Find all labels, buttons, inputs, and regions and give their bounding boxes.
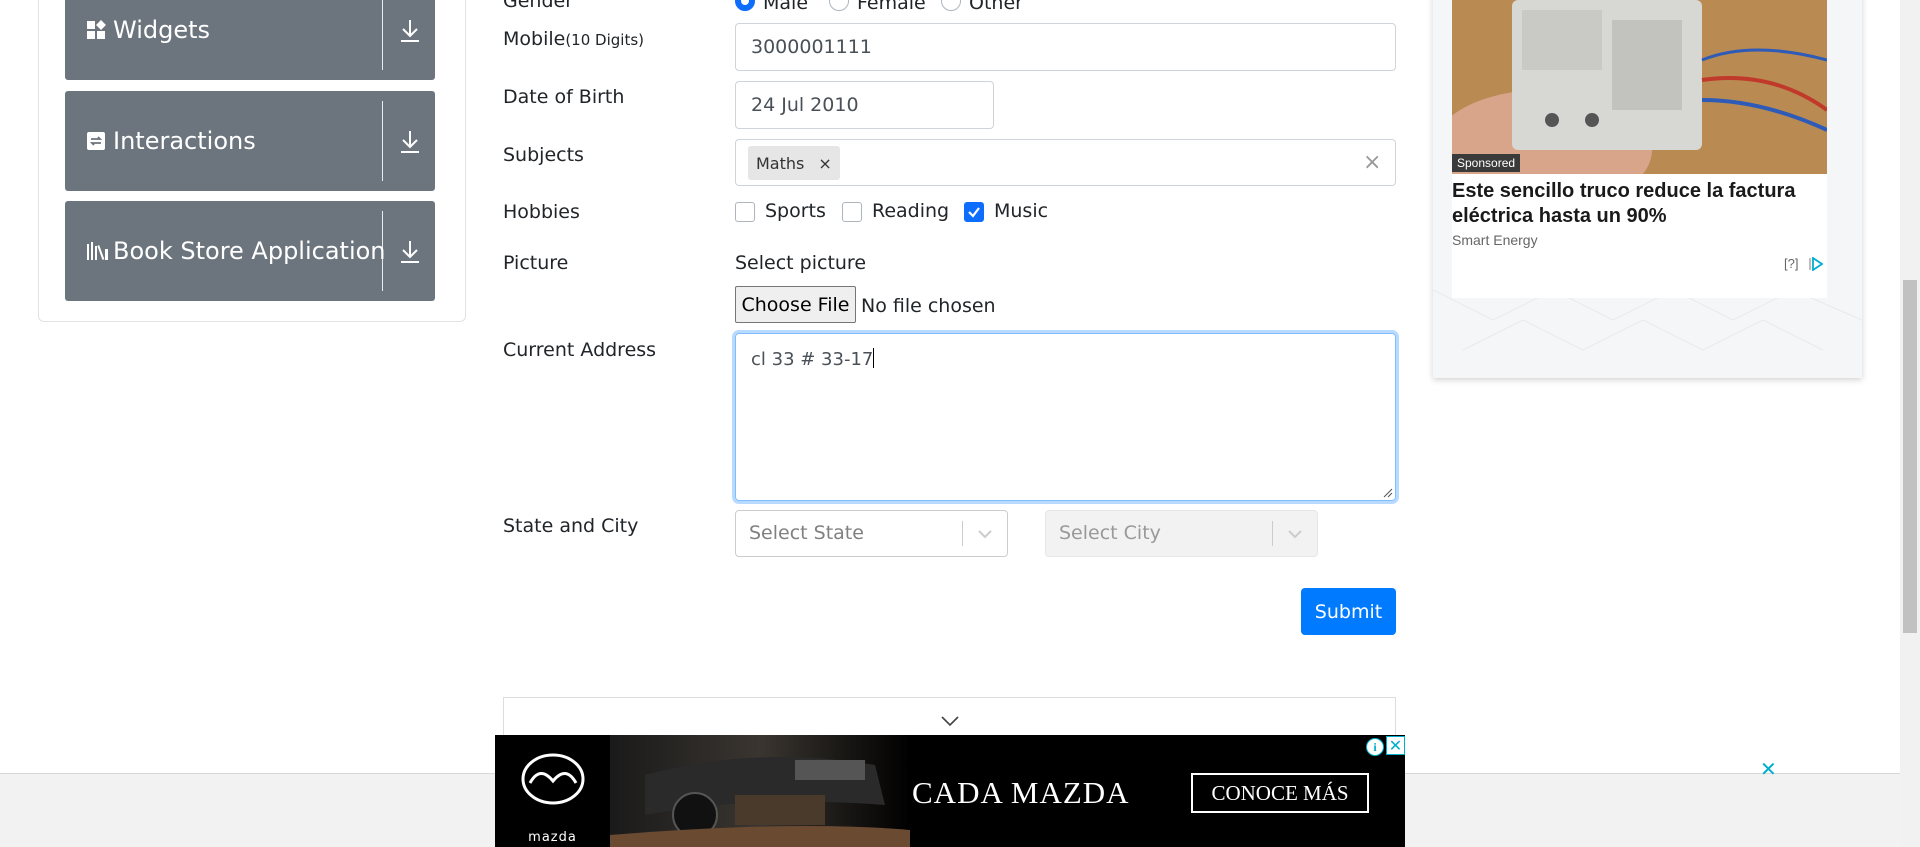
dob-value: 24 Jul 2010 — [751, 94, 859, 116]
mobile-value: 3000001111 — [751, 36, 872, 58]
hobby-sports-label[interactable]: Sports — [765, 200, 826, 222]
hobby-reading-label[interactable]: Reading — [872, 200, 949, 222]
download-icon[interactable] — [398, 18, 422, 44]
strip-close-icon[interactable]: ✕ — [1760, 757, 1777, 782]
download-icon[interactable] — [398, 239, 422, 265]
divider — [1272, 521, 1273, 546]
subject-chip: Maths × — [748, 146, 840, 180]
gender-label: Gender — [503, 0, 574, 12]
sidebar-group-interactions[interactable]: Interactions — [65, 91, 435, 191]
mazda-headline: CADA MAZDA — [912, 775, 1130, 810]
ad-brand[interactable]: Smart Energy — [1452, 232, 1538, 248]
dob-label: Date of Birth — [503, 86, 625, 108]
gender-male-label[interactable]: Male — [763, 0, 808, 14]
city-placeholder: Select City — [1059, 522, 1161, 544]
file-status: No file chosen — [861, 295, 996, 317]
state-city-label: State and City — [503, 515, 639, 537]
hobby-sports-checkbox[interactable] — [735, 202, 755, 222]
gender-male-radio[interactable] — [735, 0, 755, 11]
state-placeholder: Select State — [749, 522, 864, 544]
hobby-music-checkbox[interactable] — [964, 202, 984, 222]
gender-other-radio[interactable] — [941, 0, 961, 11]
divider — [382, 101, 383, 181]
divider — [962, 521, 963, 546]
sidebar-group-label: Interactions — [113, 127, 256, 155]
hobby-reading-checkbox[interactable] — [842, 202, 862, 222]
book-store-icon — [86, 241, 110, 261]
clear-icon[interactable]: × — [1363, 150, 1381, 175]
chevron-down-icon — [1288, 530, 1302, 539]
hobby-music-label[interactable]: Music — [994, 200, 1048, 222]
current-address-label: Current Address — [503, 339, 657, 361]
checkmark-icon — [968, 207, 980, 218]
adchoices-icon[interactable] — [1808, 257, 1824, 271]
gender-female-radio[interactable] — [829, 0, 849, 11]
city-select[interactable]: Select City — [1045, 510, 1318, 557]
ad-image[interactable] — [1452, 0, 1827, 174]
chevron-down-icon[interactable] — [940, 715, 960, 727]
subject-chip-label: Maths — [756, 153, 805, 173]
subjects-label: Subjects — [503, 144, 584, 166]
sidebar-group-label: Book Store Application — [113, 237, 386, 265]
mazda-logo-icon — [521, 753, 585, 805]
interactions-icon — [86, 131, 106, 151]
sidebar-group-widgets[interactable]: Widgets — [65, 0, 435, 80]
hobbies-label: Hobbies — [503, 201, 580, 223]
picture-label: Picture — [503, 252, 569, 274]
download-icon[interactable] — [398, 129, 422, 155]
submit-button[interactable]: Submit — [1301, 588, 1396, 635]
choose-file-button[interactable]: Choose File — [735, 286, 856, 323]
divider — [382, 211, 383, 291]
sponsored-badge: Sponsored — [1452, 154, 1521, 172]
ad-help-link[interactable]: [?] — [1784, 256, 1798, 271]
ad-info-icon[interactable]: i — [1366, 738, 1384, 756]
mobile-hint: (10 Digits) — [565, 31, 644, 49]
ad-headline[interactable]: Este sencillo truco reduce la factura el… — [1452, 179, 1822, 229]
mobile-input[interactable]: 3000001111 — [735, 23, 1396, 71]
current-address-value: cl 33 # 33-17 — [751, 349, 874, 370]
mazda-brand: mazda — [528, 830, 577, 845]
dob-input[interactable]: 24 Jul 2010 — [735, 81, 994, 129]
gender-other-label[interactable]: Other — [969, 0, 1023, 14]
sidebar-group-label: Widgets — [113, 16, 211, 44]
mazda-ad-banner[interactable]: mazda CADA MAZDA CONOCE MÁS — [495, 735, 1405, 847]
ad-close-icon[interactable]: ✕ — [1386, 736, 1405, 755]
circuit-breaker-image — [1452, 0, 1827, 174]
widgets-grid-icon — [86, 20, 106, 40]
mobile-label: Mobile(10 Digits) — [503, 28, 644, 50]
divider — [382, 0, 383, 70]
chevron-down-icon — [978, 530, 992, 539]
select-picture-label: Select picture — [735, 252, 867, 274]
text-caret — [873, 348, 875, 368]
mazda-cta-button[interactable]: CONOCE MÁS — [1191, 773, 1369, 813]
current-address-textarea[interactable]: cl 33 # 33-17 — [735, 333, 1396, 501]
gender-female-label[interactable]: Female — [857, 0, 926, 14]
scrollbar-thumb[interactable] — [1903, 280, 1917, 633]
chip-remove-icon[interactable]: × — [818, 154, 831, 173]
resize-handle-icon[interactable] — [1383, 488, 1393, 498]
sidebar-group-book-store[interactable]: Book Store Application — [65, 201, 435, 301]
state-select[interactable]: Select State — [735, 510, 1008, 557]
